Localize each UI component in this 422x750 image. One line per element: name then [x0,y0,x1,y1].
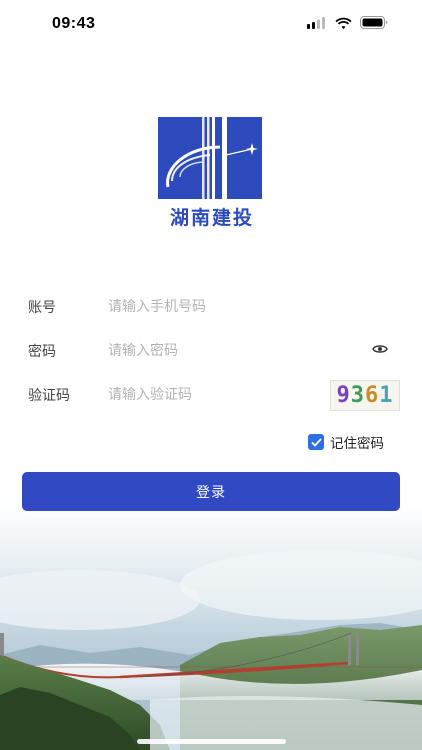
company-name: 湖南建投 [169,207,254,229]
captcha-digit: 3 [350,383,365,408]
remember-password[interactable]: 记住密码 [308,432,384,452]
login-button[interactable]: 登录 [22,472,400,511]
account-label: 账号 [28,300,56,316]
captcha-digit: 6 [365,383,380,408]
status-bar: 09:43 [0,0,422,50]
wifi-icon [335,17,352,29]
company-logo: 湖南建投 [158,117,266,229]
captcha-digit: 9 [336,383,351,408]
captcha-label: 验证码 [28,388,70,404]
remember-label: 记住密码 [330,436,384,452]
battery-icon [360,16,388,29]
status-time: 09:43 [52,15,96,32]
captcha-digit: 1 [379,383,394,408]
status-icons [307,16,388,29]
password-input[interactable] [108,336,400,366]
captcha-image[interactable]: 9 3 6 1 [330,380,400,411]
password-row: 密码 [28,329,400,373]
eye-icon[interactable] [372,343,388,355]
password-label: 密码 [28,344,56,360]
remember-checkbox[interactable] [308,434,324,450]
account-row: 账号 [28,285,400,329]
logo-emblem-icon [158,117,262,199]
home-indicator[interactable] [137,739,286,744]
captcha-row: 验证码 9 3 6 1 [28,373,400,417]
landscape-background [0,505,422,750]
check-icon [310,437,322,447]
signal-icon [307,16,325,29]
account-input[interactable] [108,292,400,322]
landscape-image [0,505,422,750]
